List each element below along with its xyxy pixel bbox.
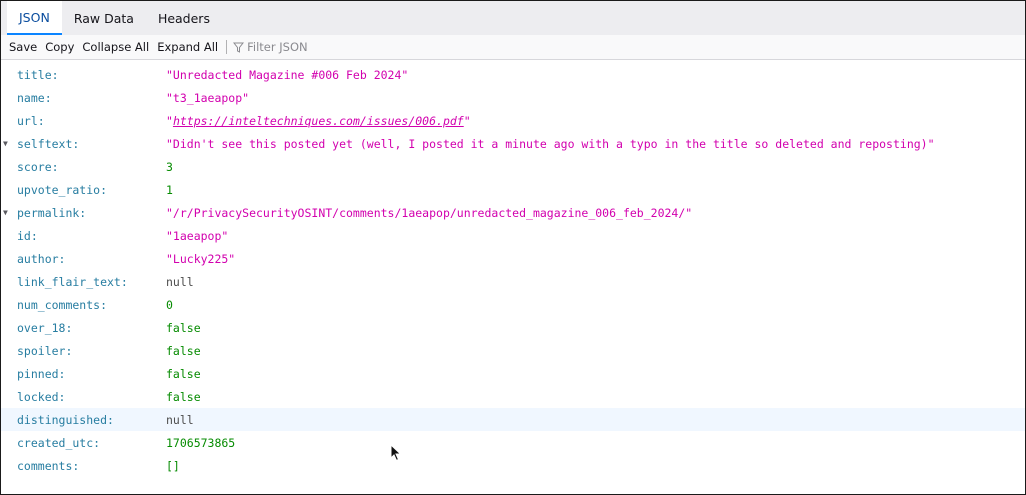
filter-json-placeholder: Filter JSON xyxy=(247,40,308,54)
expand-all-button[interactable]: Expand All xyxy=(153,40,222,54)
url-link[interactable]: https://inteltechniques.com/issues/006.p… xyxy=(173,114,464,128)
json-key: selftext: xyxy=(17,136,80,151)
json-row-title: title: "Unredacted Magazine #006 Feb 202… xyxy=(1,63,1025,86)
json-key: spoiler: xyxy=(17,343,73,358)
json-row-comments: comments: [] xyxy=(1,454,1025,477)
json-key: permalink: xyxy=(17,205,87,220)
funnel-icon xyxy=(233,42,245,53)
save-button[interactable]: Save xyxy=(5,40,41,54)
tab-bar: JSON Raw Data Headers xyxy=(1,1,1025,35)
json-key: num_comments: xyxy=(17,297,108,312)
json-row-link-flair-text: link_flair_text: null xyxy=(1,270,1025,293)
json-row-pinned: pinned: false xyxy=(1,362,1025,385)
triangle-down-icon[interactable]: ▼ xyxy=(1,208,17,217)
json-key: over_18: xyxy=(17,320,73,335)
copy-button[interactable]: Copy xyxy=(41,40,78,54)
json-value: 1 xyxy=(166,182,173,197)
json-key: upvote_ratio: xyxy=(17,182,108,197)
json-value: false xyxy=(166,366,201,381)
json-value: "t3_1aeapop" xyxy=(166,90,250,105)
json-key: id: xyxy=(17,228,38,243)
triangle-down-icon[interactable]: ▼ xyxy=(1,139,17,148)
json-value: false xyxy=(166,343,201,358)
json-row-locked: locked: false xyxy=(1,385,1025,408)
json-key: name: xyxy=(17,90,52,105)
json-row-url: url: "https://inteltechniques.com/issues… xyxy=(1,109,1025,132)
json-row-distinguished: distinguished: null xyxy=(1,408,1025,431)
json-value: 3 xyxy=(166,159,173,174)
json-row-spoiler: spoiler: false xyxy=(1,339,1025,362)
json-row-selftext[interactable]: ▼ selftext: "Didn't see this posted yet … xyxy=(1,132,1025,155)
collapse-all-button[interactable]: Collapse All xyxy=(78,40,153,54)
json-key: created_utc: xyxy=(17,435,101,450)
json-key: distinguished: xyxy=(17,412,114,427)
json-row-author: author: "Lucky225" xyxy=(1,247,1025,270)
tab-json[interactable]: JSON xyxy=(7,1,62,35)
json-row-created-utc: created_utc: 1706573865 xyxy=(1,431,1025,454)
json-value: [] xyxy=(166,458,180,473)
json-value: "Didn't see this posted yet (well, I pos… xyxy=(166,136,935,151)
json-value: "Lucky225" xyxy=(166,251,236,266)
json-viewer-window: JSON Raw Data Headers Save Copy Collapse… xyxy=(0,0,1026,495)
json-row-num-comments: num_comments: 0 xyxy=(1,293,1025,316)
json-value: false xyxy=(166,320,201,335)
json-row-name: name: "t3_1aeapop" xyxy=(1,86,1025,109)
json-value: "1aeapop" xyxy=(166,228,229,243)
json-row-score: score: 3 xyxy=(1,155,1025,178)
json-key: title: xyxy=(17,67,59,82)
json-row-permalink[interactable]: ▼ permalink: "/r/PrivacySecurityOSINT/co… xyxy=(1,201,1025,224)
json-key: score: xyxy=(17,159,59,174)
json-key: url: xyxy=(17,113,45,128)
json-value: "https://inteltechniques.com/issues/006.… xyxy=(166,114,471,128)
json-value: 0 xyxy=(166,297,173,312)
json-value: false xyxy=(166,389,201,404)
toolbar-divider xyxy=(226,40,228,54)
json-value: null xyxy=(166,412,194,427)
filter-json-input[interactable]: Filter JSON xyxy=(233,40,308,54)
json-tree: title: "Unredacted Magazine #006 Feb 202… xyxy=(1,63,1025,477)
json-value: null xyxy=(166,274,194,289)
mouse-pointer-icon xyxy=(390,444,402,462)
tab-raw-data[interactable]: Raw Data xyxy=(62,1,146,35)
json-value: "Unredacted Magazine #006 Feb 2024" xyxy=(166,67,409,82)
json-key: pinned: xyxy=(17,366,66,381)
json-key: locked: xyxy=(17,389,66,404)
json-row-over-18: over_18: false xyxy=(1,316,1025,339)
json-key: author: xyxy=(17,251,66,266)
json-value: "/r/PrivacySecurityOSINT/comments/1aeapo… xyxy=(166,205,693,220)
quote-open: " xyxy=(166,113,173,128)
json-value: 1706573865 xyxy=(166,435,236,450)
json-key: comments: xyxy=(17,458,80,473)
json-toolbar: Save Copy Collapse All Expand All Filter… xyxy=(1,35,1025,60)
json-row-id: id: "1aeapop" xyxy=(1,224,1025,247)
quote-close: " xyxy=(463,113,471,128)
json-row-upvote-ratio: upvote_ratio: 1 xyxy=(1,178,1025,201)
json-key: link_flair_text: xyxy=(17,274,128,289)
tab-headers[interactable]: Headers xyxy=(146,1,222,35)
